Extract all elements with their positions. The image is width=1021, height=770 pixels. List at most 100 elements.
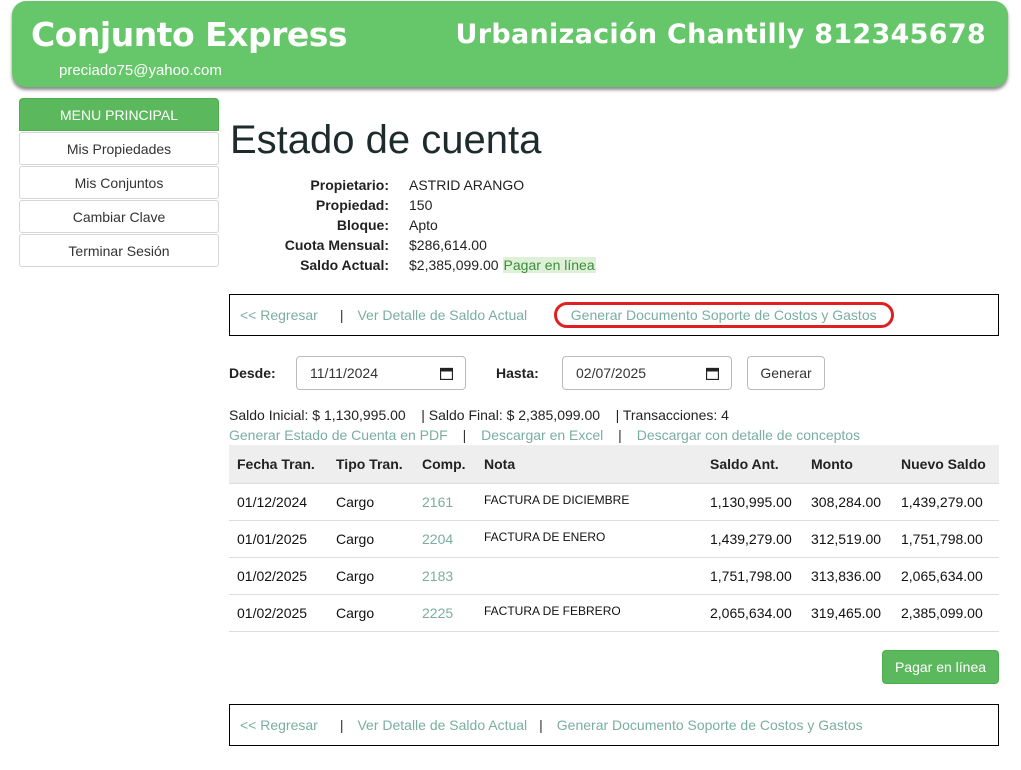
sidebar-heading[interactable]: MENU PRINCIPAL [19, 98, 219, 131]
cell-monto: 308,284.00 [803, 483, 893, 521]
excel-link[interactable]: Descargar en Excel [481, 427, 603, 443]
cell-saldo-ant: 1,751,798.00 [702, 557, 803, 595]
info-row-bloque: Bloque: Apto [229, 215, 729, 235]
nav-separator: | [539, 717, 543, 733]
calendar-icon[interactable] [440, 367, 453, 380]
support-doc-link[interactable]: Generar Documento Soporte de Costos y Ga… [557, 717, 863, 733]
saldo-detail-link[interactable]: Ver Detalle de Saldo Actual [357, 307, 527, 323]
col-header-nota: Nota [476, 445, 702, 484]
download-separator: | [618, 427, 622, 443]
cell-fecha: 01/01/2025 [229, 520, 328, 558]
saldo-label: Saldo Actual: [300, 257, 389, 273]
saldo-value: $2,385,099.00 Pagar en línea [409, 257, 596, 273]
saldo-amount: $2,385,099.00 [409, 257, 499, 273]
propiedad-value: 150 [409, 197, 433, 213]
nav-separator: | [539, 307, 543, 323]
info-row-propietario: Propietario: ASTRID ARANGO [229, 175, 729, 195]
propietario-label: Propietario: [310, 177, 389, 193]
sidebar: MENU PRINCIPAL Mis Propiedades Mis Conju… [19, 98, 219, 267]
sidebar-item-mis-propiedades[interactable]: Mis Propiedades [19, 132, 219, 165]
cell-monto: 313,836.00 [803, 557, 893, 595]
support-doc-link[interactable]: Generar Documento Soporte de Costos y Ga… [553, 302, 894, 328]
concept-detail-link[interactable]: Descargar con detalle de conceptos [637, 427, 860, 443]
cuota-value: $286,614.00 [409, 237, 487, 253]
saldo-detail-link[interactable]: Ver Detalle de Saldo Actual [357, 717, 527, 733]
cell-saldo-ant: 1,130,995.00 [702, 483, 803, 521]
info-row-cuota: Cuota Mensual: $286,614.00 [229, 235, 729, 255]
cell-comp-link[interactable]: 2161 [414, 483, 476, 521]
desde-date-input[interactable]: 11/11/2024 [296, 356, 466, 390]
hasta-label: Hasta: [496, 365, 539, 381]
cuota-label: Cuota Mensual: [284, 237, 389, 253]
cell-tipo: Cargo [328, 483, 414, 521]
brand-title: Conjunto Express [31, 15, 348, 54]
cell-comp-link[interactable]: 2204 [414, 520, 476, 558]
propietario-value: ASTRID ARANGO [409, 177, 525, 193]
cell-nuevo-saldo: 2,065,634.00 [893, 557, 999, 595]
nav-separator: | [339, 307, 344, 323]
col-header-tipo: Tipo Tran. [328, 445, 414, 484]
table-row: 01/01/2025 Cargo 2204 FACTURA DE ENERO 1… [229, 520, 999, 558]
bloque-label: Bloque: [336, 217, 389, 233]
cell-tipo: Cargo [328, 594, 414, 632]
cell-tipo: Cargo [328, 520, 414, 558]
hasta-date-value: 02/07/2025 [576, 365, 647, 381]
generate-button[interactable]: Generar [747, 356, 825, 390]
user-email: preciado75@yahoo.com [59, 62, 222, 79]
desde-label: Desde: [229, 365, 276, 381]
sidebar-item-mis-conjuntos[interactable]: Mis Conjuntos [19, 166, 219, 199]
info-row-saldo: Saldo Actual: $2,385,099.00 Pagar en líne… [229, 255, 729, 275]
nav-separator: | [339, 717, 344, 733]
cell-nuevo-saldo: 2,385,099.00 [893, 594, 999, 632]
account-info: Propietario: ASTRID ARANGO Propiedad: 15… [229, 175, 729, 275]
table-row: 01/12/2024 Cargo 2161 FACTURA DE DICIEMB… [229, 483, 999, 521]
hasta-date-input[interactable]: 02/07/2025 [562, 356, 732, 390]
cell-fecha: 01/02/2025 [229, 557, 328, 595]
cell-fecha: 01/02/2025 [229, 594, 328, 632]
date-filter: Desde: 11/11/2024 Hasta: 02/07/2025 Gene… [229, 356, 999, 390]
back-link[interactable]: << Regresar [240, 717, 318, 733]
cell-nuevo-saldo: 1,439,279.00 [893, 483, 999, 521]
cell-monto: 312,519.00 [803, 520, 893, 558]
cell-nota: FACTURA DE DICIEMBRE [476, 483, 702, 521]
table-row: 01/02/2025 Cargo 2183 1,751,798.00 313,8… [229, 557, 999, 595]
cell-nota: FACTURA DE FEBRERO [476, 594, 702, 632]
col-header-saldo-ant: Saldo Ant. [702, 445, 803, 484]
table-header-row: Fecha Tran. Tipo Tran. Comp. Nota Saldo … [229, 445, 999, 484]
download-separator: | [462, 427, 467, 443]
app-header: Conjunto Express Urbanización Chantilly … [12, 1, 1008, 87]
complex-title: Urbanización Chantilly 812345678 [455, 19, 986, 50]
desde-date-value: 11/11/2024 [310, 365, 378, 381]
transactions-table: Fecha Tran. Tipo Tran. Comp. Nota Saldo … [229, 445, 999, 632]
col-header-monto: Monto [803, 445, 893, 484]
download-links: Generar Estado de Cuenta en PDF | Descar… [229, 427, 860, 443]
cell-tipo: Cargo [328, 557, 414, 595]
cell-nota: FACTURA DE ENERO [476, 520, 702, 558]
sidebar-item-terminar-sesion[interactable]: Terminar Sesión [19, 234, 219, 267]
cell-nota [476, 557, 702, 595]
page-title: Estado de cuenta [230, 118, 542, 162]
bloque-value: Apto [409, 217, 438, 233]
col-header-fecha: Fecha Tran. [229, 445, 328, 484]
cell-monto: 319,465.00 [803, 594, 893, 632]
col-header-comp: Comp. [414, 445, 476, 484]
cell-nuevo-saldo: 1,751,798.00 [893, 520, 999, 558]
table-row: 01/02/2025 Cargo 2225 FACTURA DE FEBRERO… [229, 594, 999, 632]
cell-comp-link[interactable]: 2183 [414, 557, 476, 595]
info-row-propiedad: Propiedad: 150 [229, 195, 729, 215]
top-nav-box: << Regresar | Ver Detalle de Saldo Actua… [229, 294, 999, 336]
pay-online-button[interactable]: Pagar en línea [882, 650, 999, 684]
cell-comp-link[interactable]: 2225 [414, 594, 476, 632]
cell-fecha: 01/12/2024 [229, 483, 328, 521]
pdf-link[interactable]: Generar Estado de Cuenta en PDF [229, 427, 448, 443]
cell-saldo-ant: 2,065,634.00 [702, 594, 803, 632]
cell-saldo-ant: 1,439,279.00 [702, 520, 803, 558]
calendar-icon[interactable] [706, 367, 719, 380]
propiedad-label: Propiedad: [315, 197, 389, 213]
bottom-nav-box: << Regresar | Ver Detalle de Saldo Actua… [229, 704, 999, 746]
col-header-nuevo-saldo: Nuevo Saldo [893, 445, 999, 484]
sidebar-item-cambiar-clave[interactable]: Cambiar Clave [19, 200, 219, 233]
back-link[interactable]: << Regresar [240, 307, 318, 323]
summary-line: Saldo Inicial: $ 1,130,995.00 | Saldo Fi… [229, 407, 729, 423]
pay-online-link[interactable]: Pagar en línea [502, 257, 596, 273]
